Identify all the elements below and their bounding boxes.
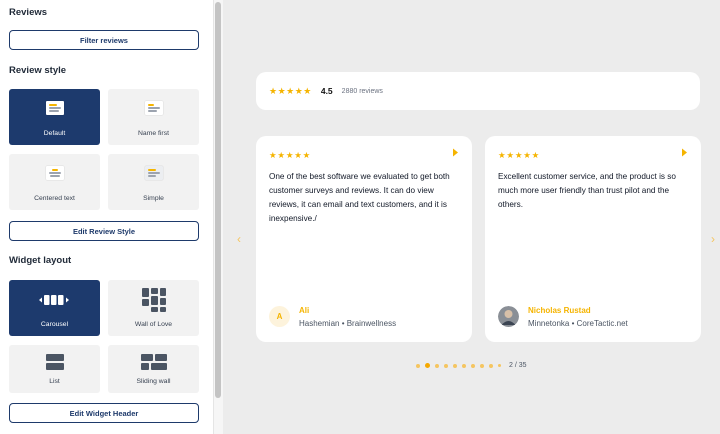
rating-summary: ★★★★★ 4.5 2880 reviews [256, 72, 700, 110]
edit-widget-header-button[interactable]: Edit Widget Header [9, 403, 199, 423]
carousel-pagination: 2 / 35 [416, 362, 527, 369]
style-label-simple: Simple [143, 195, 164, 202]
name-first-style-thumbnail-icon [145, 101, 163, 115]
layout-card-list[interactable]: List [9, 345, 100, 393]
reviewer-meta: Hashemian • Brainwellness [299, 319, 397, 328]
pagination-counter: 2 / 35 [509, 362, 527, 369]
style-label-centered-text: Centered text [34, 195, 75, 202]
layout-label-list: List [49, 378, 60, 385]
style-card-name-first[interactable]: Name first [108, 89, 199, 145]
source-logo-icon [453, 148, 458, 157]
filter-reviews-button[interactable]: Filter reviews [9, 30, 199, 50]
layout-label-sliding-wall: Sliding wall [136, 378, 171, 385]
edit-review-style-button[interactable]: Edit Review Style [9, 221, 199, 241]
review-card: ★★★★★ Excellent customer service, and th… [485, 136, 701, 342]
layout-label-wall-of-love: Wall of Love [134, 321, 173, 328]
sliding-wall-layout-icon [141, 354, 167, 370]
pagination-dot[interactable] [462, 363, 466, 368]
wall-of-love-layout-icon [142, 288, 166, 312]
reviewer-meta: Minnetonka • CoreTactic.net [528, 319, 628, 328]
sidebar-scrollbar-thumb[interactable] [215, 2, 221, 398]
reviewer-name: Ali [299, 306, 310, 315]
widget-preview: ★★★★★ 4.5 2880 reviews ‹ › ★★★★★ One of … [224, 0, 720, 434]
layout-card-carousel[interactable]: Carousel [9, 280, 100, 336]
reviews-section-title: Reviews [9, 7, 48, 18]
settings-sidebar: Reviews Filter reviews Review style Defa… [0, 0, 213, 434]
avatar [498, 306, 519, 327]
pagination-dot[interactable] [435, 363, 439, 368]
pagination-dot[interactable] [471, 363, 475, 368]
layout-card-wall-of-love[interactable]: Wall of Love [108, 280, 199, 336]
reviewer-name: Nicholas Rustad [528, 306, 591, 315]
pagination-dot[interactable] [489, 363, 493, 368]
review-text: Excellent customer service, and the prod… [498, 172, 676, 209]
review-text: One of the best software we evaluated to… [269, 172, 450, 223]
source-logo-icon [682, 148, 687, 157]
chevron-right-icon[interactable]: › [711, 232, 715, 246]
summary-review-count: 2880 reviews [341, 87, 383, 95]
avatar: A [269, 306, 290, 327]
simple-style-thumbnail-icon [145, 166, 163, 180]
widget-layout-title: Widget layout [9, 255, 72, 266]
default-style-thumbnail-icon [46, 101, 64, 115]
pagination-dot[interactable] [498, 364, 501, 367]
review-stars: ★★★★★ [269, 150, 312, 160]
pagination-dot[interactable] [416, 363, 420, 368]
layout-label-carousel: Carousel [40, 321, 69, 328]
carousel-layout-icon [39, 295, 69, 305]
review-card: ★★★★★ One of the best software we evalua… [256, 136, 472, 342]
summary-rating: 4.5 [320, 86, 333, 96]
style-card-default[interactable]: Default [9, 89, 100, 145]
style-card-simple[interactable]: Simple [108, 154, 199, 210]
pagination-dot-active[interactable] [425, 363, 430, 368]
list-layout-icon [46, 354, 64, 370]
layout-card-sliding-wall[interactable]: Sliding wall [108, 345, 199, 393]
pagination-dot[interactable] [453, 363, 457, 368]
style-label-default: Default [43, 130, 66, 137]
centered-style-thumbnail-icon [46, 166, 64, 180]
review-stars: ★★★★★ [498, 150, 541, 160]
style-label-name-first: Name first [138, 130, 169, 137]
summary-stars: ★★★★★ [269, 85, 312, 96]
pagination-dot[interactable] [480, 363, 484, 368]
chevron-left-icon[interactable]: ‹ [237, 232, 241, 246]
pagination-dot[interactable] [444, 363, 448, 368]
style-card-centered-text[interactable]: Centered text [9, 154, 100, 210]
review-style-title: Review style [9, 65, 67, 76]
